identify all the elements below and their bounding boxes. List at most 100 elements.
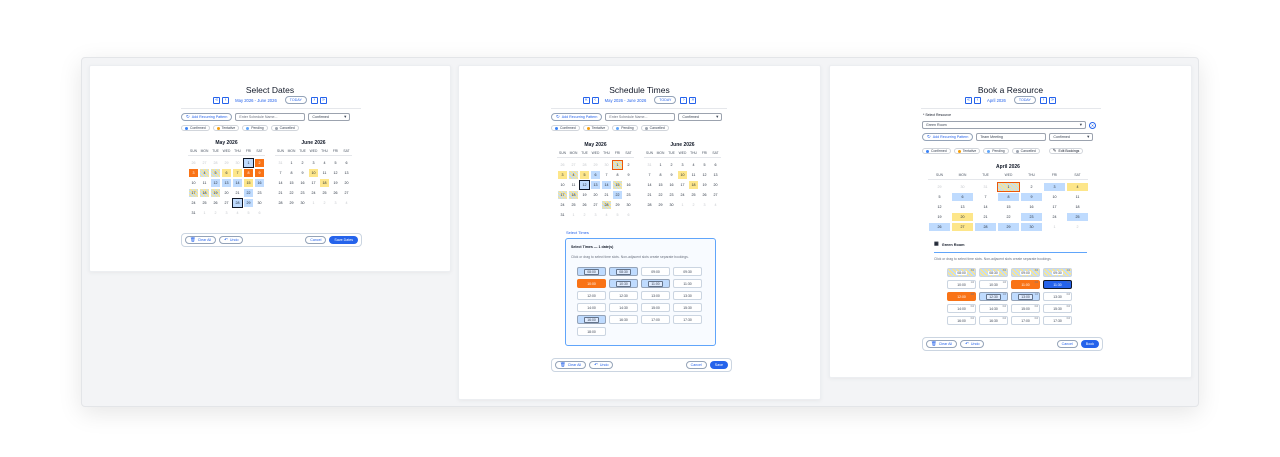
clear-all-button[interactable]: 🗑 Clear All (555, 361, 587, 369)
cancel-button[interactable]: Cancel (685, 361, 707, 369)
next-year-button[interactable]: » (319, 96, 327, 104)
next-month-button[interactable]: › (310, 96, 318, 104)
save-button[interactable]: Save (709, 361, 728, 369)
time-slot[interactable]: 15:30 0/4 (1043, 304, 1072, 313)
today-button[interactable]: TODAY (654, 96, 677, 104)
status-select[interactable]: Confirmed ▾ (308, 113, 351, 121)
time-slot[interactable]: 18:00 (577, 327, 606, 336)
time-slot[interactable]: 10:30 (609, 279, 638, 288)
calendar-day[interactable]: 17 (189, 189, 198, 197)
calendar-day[interactable]: 5 (331, 159, 340, 167)
calendar-day[interactable]: 12 (929, 203, 950, 211)
calendar-day[interactable]: 31 (558, 211, 567, 219)
prev-month-button[interactable]: ‹ (974, 96, 982, 104)
today-button[interactable]: TODAY (1013, 96, 1036, 104)
calendar-day[interactable]: 5 (700, 161, 709, 169)
calendar-day[interactable]: 5 (929, 193, 950, 201)
time-slot[interactable]: 09:00 (641, 267, 670, 276)
calendar-day[interactable]: 11 (200, 179, 209, 187)
calendar-day[interactable]: 8 (287, 169, 296, 177)
time-slot[interactable]: 12:00 2/4 (947, 292, 976, 301)
time-slot[interactable]: 14:00 0/4 (947, 304, 976, 313)
calendar-day[interactable]: 24 (1044, 213, 1065, 221)
calendar-day[interactable]: 9 (1021, 193, 1042, 201)
time-slot[interactable]: 11:30 4/4 (1043, 280, 1072, 289)
calendar-day[interactable]: 13 (591, 181, 600, 189)
calendar-day[interactable]: 16 (1021, 203, 1042, 211)
calendar-day[interactable]: 28 (276, 199, 285, 207)
time-slot[interactable]: 16:30 (609, 315, 638, 324)
calendar-day[interactable]: 10 (309, 169, 318, 177)
calendar-day[interactable]: 11 (320, 169, 329, 177)
calendar-day[interactable]: 8 (656, 171, 665, 179)
add-recurring-pattern-button[interactable]: ↻ Add Recurring Pattern (922, 133, 974, 141)
calendar-day[interactable]: 19 (700, 181, 709, 189)
time-slot[interactable]: 10:00 1/4 (947, 280, 976, 289)
calendar-day[interactable]: 2 (1021, 183, 1042, 191)
next-year-button[interactable]: » (689, 96, 697, 104)
calendar-day[interactable]: 26 (211, 199, 220, 207)
calendar-day[interactable]: 28 (645, 201, 654, 209)
calendar-day[interactable]: 3 (309, 159, 318, 167)
calendar-day[interactable]: 22 (244, 189, 253, 197)
time-slot[interactable]: 08:00 3/4 (947, 268, 976, 277)
calendar-day[interactable]: 21 (602, 191, 611, 199)
time-slot[interactable]: 16:00 (577, 315, 606, 324)
calendar-day[interactable]: 3 (189, 169, 198, 177)
calendar-day[interactable]: 21 (233, 189, 242, 197)
calendar-day[interactable]: 2 (624, 161, 633, 169)
calendar-day[interactable]: 8 (613, 171, 622, 179)
calendar-day[interactable]: 15 (613, 181, 622, 189)
calendar-day[interactable]: 12 (700, 171, 709, 179)
book-button[interactable]: Book (1080, 340, 1099, 348)
calendar-day[interactable]: 22 (998, 213, 1019, 221)
calendar-day[interactable]: 10 (558, 181, 567, 189)
time-slot[interactable]: 10:00 (577, 279, 606, 288)
calendar-day[interactable]: 1 (656, 161, 665, 169)
prev-month-button[interactable]: ‹ (222, 96, 230, 104)
calendar-day[interactable]: 30 (298, 199, 307, 207)
cancel-button[interactable]: Cancel (305, 236, 327, 244)
calendar-day[interactable]: 6 (952, 193, 973, 201)
calendar-day[interactable]: 16 (624, 181, 633, 189)
status-select[interactable]: Confirmed ▾ (1049, 133, 1094, 141)
clear-resource-icon[interactable]: ✕ (1089, 121, 1096, 129)
calendar-day[interactable]: 4 (1067, 183, 1088, 191)
calendar-day[interactable]: 19 (929, 213, 950, 221)
calendar-day[interactable]: 19 (211, 189, 220, 197)
time-slot[interactable]: 12:00 (577, 291, 606, 300)
calendar-day[interactable]: 4 (200, 169, 209, 177)
calendar-day[interactable]: 24 (558, 201, 567, 209)
calendar-day[interactable]: 14 (233, 179, 242, 187)
calendar-day[interactable]: 20 (591, 191, 600, 199)
calendar-day[interactable]: 10 (1044, 193, 1065, 201)
calendar-day[interactable]: 15 (656, 181, 665, 189)
resource-select[interactable]: Green Room ▾ (922, 121, 1086, 129)
time-slot[interactable]: 12:30 1/4 (979, 292, 1008, 301)
calendar-day[interactable]: 27 (591, 201, 600, 209)
calendar-day[interactable]: 11 (569, 181, 578, 189)
prev-month-button[interactable]: ‹ (591, 96, 599, 104)
time-slot[interactable]: 09:00 3/4 (1011, 268, 1040, 277)
calendar-day[interactable]: 14 (975, 203, 996, 211)
clear-all-button[interactable]: 🗑 Clear All (926, 340, 958, 348)
calendar-day[interactable]: 5 (580, 171, 589, 179)
meeting-name-input[interactable]: Team Meeting (976, 133, 1047, 141)
time-slot[interactable]: 17:30 (673, 315, 702, 324)
calendar-day[interactable]: 27 (222, 199, 231, 207)
calendar-day[interactable]: 18 (320, 179, 329, 187)
calendar-day[interactable]: 29 (244, 199, 253, 207)
calendar-day[interactable]: 30 (667, 201, 676, 209)
time-slot[interactable]: 13:30 0/4 (1043, 292, 1072, 301)
calendar-day[interactable]: 22 (656, 191, 665, 199)
add-recurring-pattern-button[interactable]: ↻ Add Recurring Pattern (551, 113, 603, 121)
calendar-day[interactable]: 28 (975, 223, 996, 231)
calendar-day[interactable]: 17 (309, 179, 318, 187)
calendar-day[interactable]: 17 (1044, 203, 1065, 211)
calendar-day[interactable]: 18 (1067, 203, 1088, 211)
edit-bookings-button[interactable]: ✎ Edit Bookings (1048, 148, 1084, 154)
calendar-day[interactable]: 2 (255, 159, 264, 167)
calendar-day[interactable]: 19 (331, 179, 340, 187)
today-button[interactable]: TODAY (284, 96, 307, 104)
schedule-name-input[interactable]: Enter Schedule Name... (605, 113, 676, 121)
